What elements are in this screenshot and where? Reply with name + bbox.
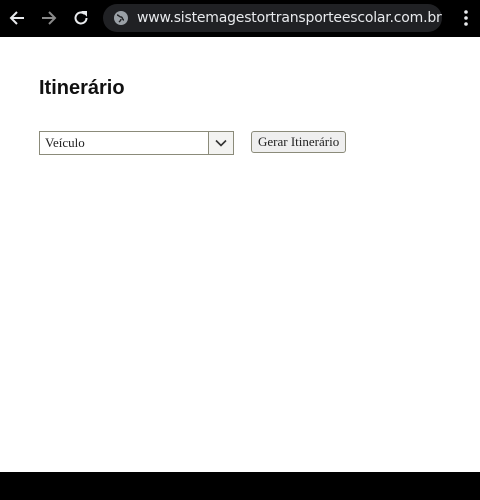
page-title: Itinerário [39, 77, 125, 99]
browser-menu-button[interactable] [457, 7, 475, 29]
bottom-bar [0, 472, 480, 500]
kebab-menu-icon [464, 10, 468, 26]
arrow-right-icon [42, 11, 57, 25]
browser-toolbar: www.sistemagestortransporteescolar.com.b… [0, 0, 480, 37]
url-text[interactable]: www.sistemagestortransporteescolar.com.b… [137, 4, 442, 32]
generate-itinerary-button[interactable]: Gerar Itinerário [251, 131, 347, 153]
select-dropdown-button[interactable] [208, 132, 233, 154]
chevron-down-icon [215, 139, 227, 147]
reload-button[interactable] [70, 7, 92, 29]
reload-icon [74, 11, 88, 25]
globe-icon[interactable] [113, 10, 129, 26]
forward-button[interactable] [38, 7, 60, 29]
arrow-left-icon [9, 11, 24, 25]
page-content: Itinerário Veículo Gerar Itinerário [0, 37, 480, 472]
back-button[interactable] [6, 7, 28, 29]
vehicle-select-value: Veículo [45, 135, 85, 150]
address-bar[interactable]: www.sistemagestortransporteescolar.com.b… [103, 4, 442, 32]
vehicle-select[interactable]: Veículo [39, 131, 234, 155]
